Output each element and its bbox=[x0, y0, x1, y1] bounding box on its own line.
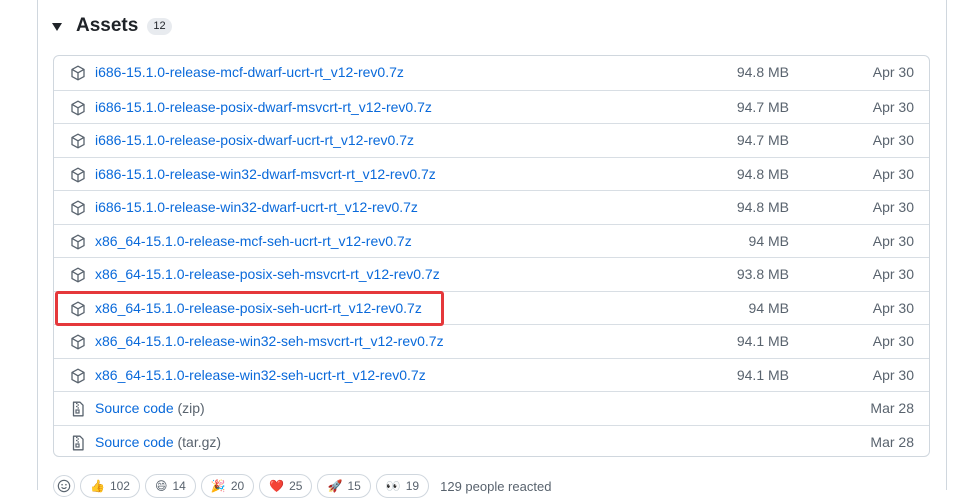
asset-row: i686-15.1.0-release-mcf-dwarf-ucrt-rt_v1… bbox=[54, 56, 929, 89]
reaction-count: 20 bbox=[230, 479, 245, 493]
assets-title[interactable]: Assets bbox=[76, 15, 138, 37]
asset-row: i686-15.1.0-release-posix-dwarf-ucrt-rt_… bbox=[54, 123, 929, 156]
asset-row: i686-15.1.0-release-win32-dwarf-ucrt-rt_… bbox=[54, 190, 929, 223]
source-code-label: Source code bbox=[95, 400, 174, 416]
heart-icon: ❤️ bbox=[269, 479, 285, 493]
file-zip-icon bbox=[70, 435, 86, 451]
reaction-count: 15 bbox=[347, 479, 361, 493]
package-icon bbox=[70, 65, 86, 81]
page-frame-left bbox=[37, 0, 38, 490]
reaction-count: 19 bbox=[405, 479, 420, 493]
asset-link[interactable]: x86_64-15.1.0-release-mcf-seh-ucrt-rt_v1… bbox=[95, 233, 412, 249]
assets-list: i686-15.1.0-release-mcf-dwarf-ucrt-rt_v1… bbox=[53, 55, 930, 457]
reactions-bar: 👍 102 😄 14 🎉 20 ❤️ 25 🚀 15 👀 19 129 people reacted bbox=[53, 474, 551, 498]
thumbs-up-icon: 👍 bbox=[90, 479, 105, 493]
source-code-date: Mar 28 bbox=[870, 433, 914, 450]
asset-date: Apr 30 bbox=[872, 64, 914, 80]
asset-size: 93.8 MB bbox=[736, 266, 789, 282]
package-icon bbox=[70, 234, 86, 250]
asset-row: x86_64-15.1.0-release-mcf-seh-ucrt-rt_v1… bbox=[54, 223, 929, 257]
hooray-icon: 🎉 bbox=[210, 479, 226, 493]
reaction-button[interactable]: 👀 19 bbox=[375, 474, 430, 498]
asset-date: Apr 30 bbox=[872, 333, 914, 349]
collapse-triangle-icon[interactable] bbox=[52, 23, 62, 31]
package-icon bbox=[70, 167, 86, 183]
source-code-ext: (zip) bbox=[177, 400, 205, 416]
source-code-ext: (tar.gz) bbox=[177, 433, 222, 450]
package-icon bbox=[70, 133, 86, 149]
reaction-button[interactable]: 👍 102 bbox=[80, 474, 140, 498]
asset-link[interactable]: x86_64-15.1.0-release-posix-seh-ucrt-rt_… bbox=[95, 300, 422, 316]
asset-size: 94.1 MB bbox=[736, 333, 789, 349]
asset-row: x86_64-15.1.0-release-posix-seh-msvcrt-r… bbox=[54, 257, 929, 290]
page-frame-right bbox=[946, 0, 947, 490]
asset-size: 94 MB bbox=[748, 299, 789, 316]
assets-header[interactable]: Assets 12 bbox=[52, 12, 172, 40]
package-icon bbox=[70, 267, 86, 283]
asset-size: 94.7 MB bbox=[736, 132, 789, 148]
asset-size: 94.8 MB bbox=[736, 64, 789, 80]
package-icon bbox=[70, 368, 86, 384]
asset-link[interactable]: i686-15.1.0-release-win32-dwarf-msvcrt-r… bbox=[95, 166, 436, 182]
asset-date: Apr 30 bbox=[872, 299, 914, 316]
reaction-count: 102 bbox=[109, 479, 130, 493]
asset-link[interactable]: x86_64-15.1.0-release-posix-seh-msvcrt-r… bbox=[95, 266, 440, 282]
eyes-icon: 👀 bbox=[385, 479, 401, 493]
source-code-link[interactable]: Source code (zip) bbox=[95, 400, 205, 416]
source-code-row: Source code (zip) Mar 28 bbox=[54, 391, 929, 424]
file-zip-icon bbox=[70, 401, 86, 417]
asset-date: Apr 30 bbox=[872, 366, 914, 383]
package-icon bbox=[70, 100, 86, 116]
reaction-button[interactable]: 🎉 20 bbox=[200, 474, 255, 498]
asset-row: x86_64-15.1.0-release-posix-seh-ucrt-rt_… bbox=[54, 290, 929, 324]
source-code-date: Mar 28 bbox=[870, 400, 914, 416]
assets-count-badge: 12 bbox=[147, 17, 172, 35]
asset-size: 94.7 MB bbox=[736, 98, 789, 115]
asset-date: Apr 30 bbox=[872, 165, 914, 182]
reactions-summary: 129 people reacted bbox=[440, 478, 552, 494]
source-code-label: Source code bbox=[95, 433, 174, 450]
asset-date: Apr 30 bbox=[872, 132, 914, 148]
asset-date: Apr 30 bbox=[872, 232, 914, 249]
source-code-link[interactable]: Source code (tar.gz) bbox=[95, 434, 221, 450]
reaction-button[interactable]: 😄 14 bbox=[144, 474, 196, 498]
reaction-count: 25 bbox=[289, 479, 303, 493]
source-code-row: Source code (tar.gz) Mar 28 bbox=[54, 424, 929, 458]
package-icon bbox=[70, 301, 86, 317]
rocket-icon: 🚀 bbox=[327, 479, 343, 493]
asset-link[interactable]: i686-15.1.0-release-posix-dwarf-msvcrt-r… bbox=[95, 99, 432, 115]
asset-size: 94.1 MB bbox=[736, 366, 789, 383]
asset-row: i686-15.1.0-release-posix-dwarf-msvcrt-r… bbox=[54, 89, 929, 123]
package-icon bbox=[70, 334, 86, 350]
asset-row: i686-15.1.0-release-win32-dwarf-msvcrt-r… bbox=[54, 156, 929, 190]
asset-size: 94.8 MB bbox=[736, 199, 789, 215]
asset-date: Apr 30 bbox=[872, 266, 914, 282]
package-icon bbox=[70, 200, 86, 216]
asset-row: x86_64-15.1.0-release-win32-seh-msvcrt-r… bbox=[54, 324, 929, 357]
asset-size: 94 MB bbox=[748, 232, 789, 249]
laugh-icon: 😄 bbox=[154, 479, 168, 493]
asset-link[interactable]: x86_64-15.1.0-release-win32-seh-msvcrt-r… bbox=[95, 333, 444, 349]
asset-date: Apr 30 bbox=[872, 98, 914, 115]
asset-link[interactable]: i686-15.1.0-release-win32-dwarf-ucrt-rt_… bbox=[95, 199, 418, 215]
asset-date: Apr 30 bbox=[872, 199, 914, 215]
asset-link[interactable]: i686-15.1.0-release-posix-dwarf-ucrt-rt_… bbox=[95, 132, 414, 148]
smiley-add-reaction-icon[interactable] bbox=[53, 475, 75, 497]
asset-link[interactable]: x86_64-15.1.0-release-win32-seh-ucrt-rt_… bbox=[95, 367, 426, 383]
asset-size: 94.8 MB bbox=[736, 165, 789, 182]
reaction-count: 14 bbox=[172, 479, 186, 493]
reaction-button[interactable]: ❤️ 25 bbox=[259, 474, 313, 498]
asset-row: x86_64-15.1.0-release-win32-seh-ucrt-rt_… bbox=[54, 357, 929, 391]
reaction-button[interactable]: 🚀 15 bbox=[317, 474, 371, 498]
asset-link[interactable]: i686-15.1.0-release-mcf-dwarf-ucrt-rt_v1… bbox=[95, 64, 404, 80]
